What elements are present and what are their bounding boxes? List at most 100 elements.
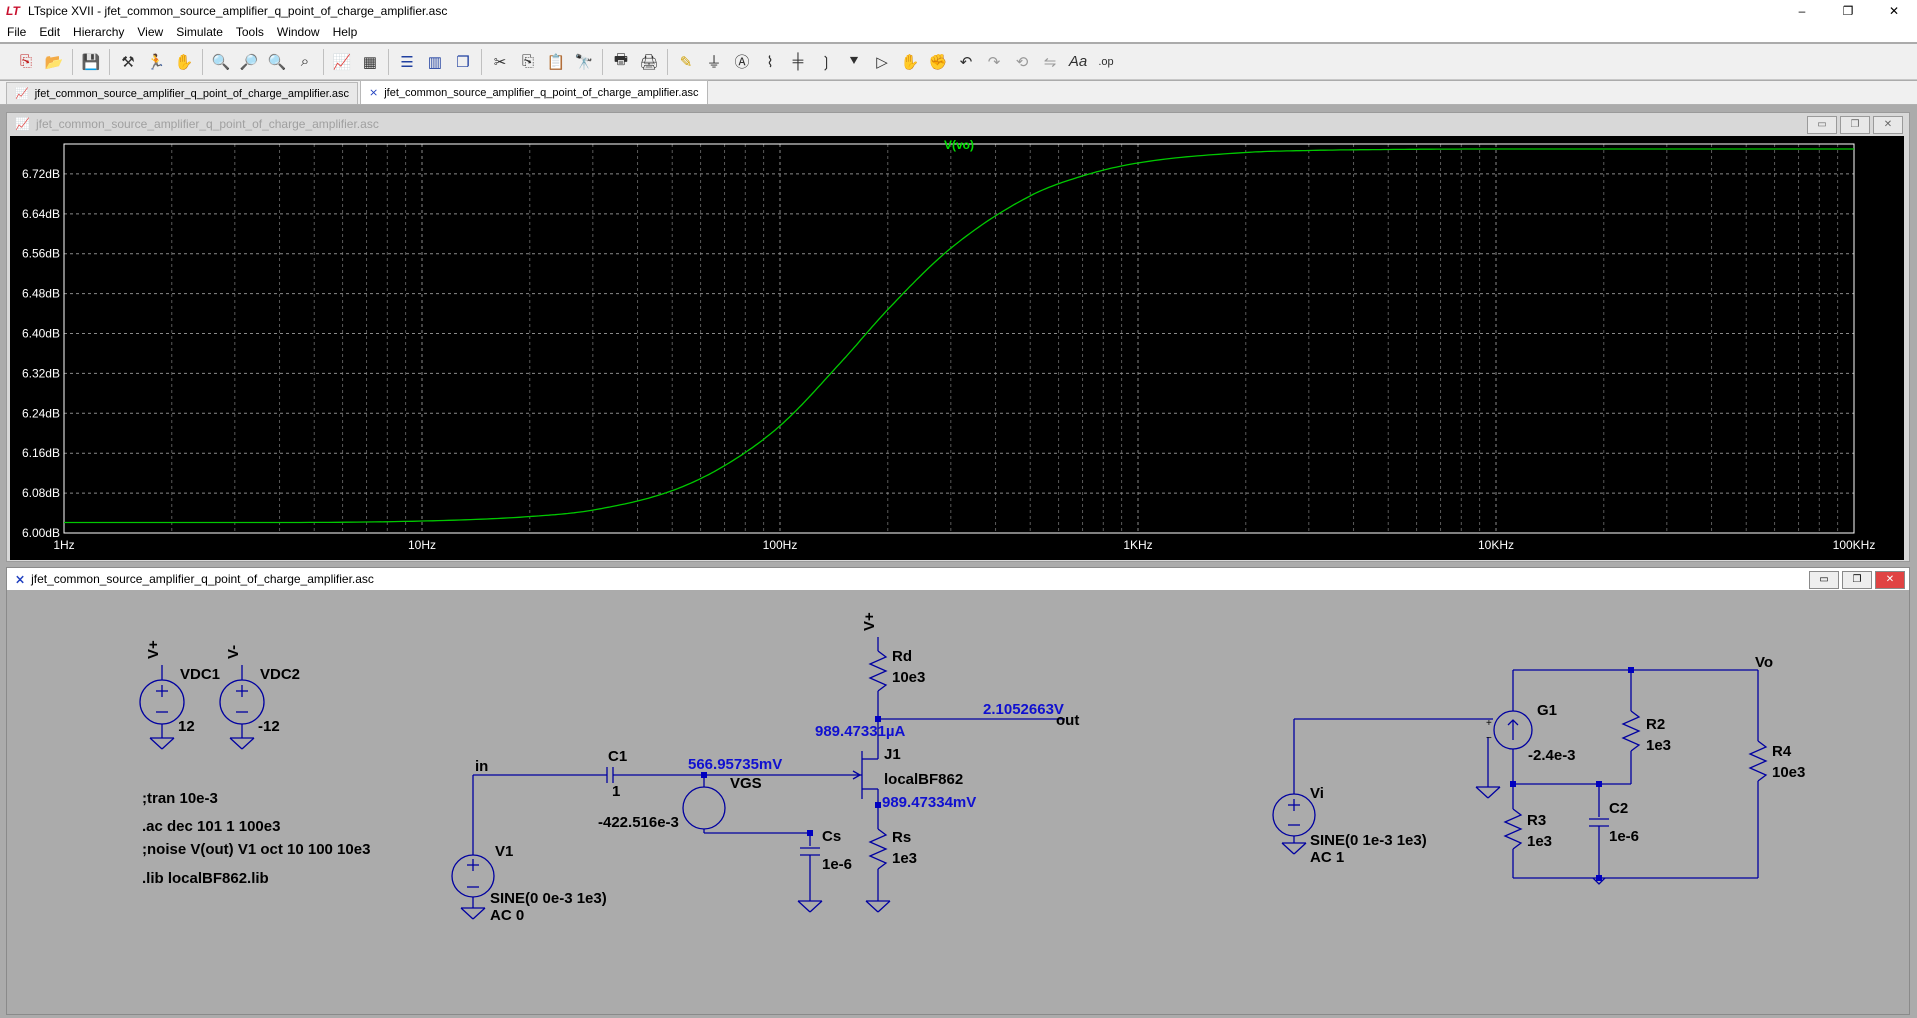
close-button[interactable]: ✕ bbox=[1871, 0, 1917, 22]
rs-name: Rs bbox=[892, 829, 911, 846]
directive-tran[interactable]: ;tran 10e-3 bbox=[142, 790, 218, 807]
move-icon[interactable]: ✋ bbox=[896, 48, 924, 76]
vplus-label-vdc1: V+ bbox=[145, 640, 162, 659]
tile-vertical-icon[interactable]: ▥ bbox=[421, 48, 449, 76]
menu-file[interactable]: File bbox=[0, 25, 32, 39]
zoom-out-icon[interactable]: 🔍 bbox=[263, 48, 291, 76]
waveform-window-title-bar[interactable]: 📈 jfet_common_source_amplifier_q_point_o… bbox=[7, 113, 1909, 135]
save-icon[interactable]: 💾 bbox=[77, 48, 105, 76]
minimize-button[interactable]: – bbox=[1779, 0, 1825, 22]
draw-wire-icon[interactable]: ✎ bbox=[672, 48, 700, 76]
schematic-window-title-bar[interactable]: ⨯ jfet_common_source_amplifier_q_point_o… bbox=[7, 568, 1909, 590]
plot-settings-icon[interactable]: ▦ bbox=[356, 48, 384, 76]
zoom-in-icon[interactable]: 🔍 bbox=[207, 48, 235, 76]
label-net-icon[interactable]: Ⓐ bbox=[728, 48, 756, 76]
run-icon[interactable]: 🏃 bbox=[142, 48, 170, 76]
control-panel-icon[interactable]: ⚒ bbox=[114, 48, 142, 76]
restore-button[interactable]: ❐ bbox=[1840, 116, 1870, 134]
zoom-fit-icon[interactable]: ⌕ bbox=[291, 48, 319, 76]
new-schematic-icon[interactable]: ⎘ bbox=[12, 48, 40, 76]
cs-capacitor[interactable] bbox=[797, 833, 823, 913]
close-button[interactable]: ✕ bbox=[1875, 571, 1905, 589]
restore-button[interactable]: ❐ bbox=[1825, 0, 1871, 22]
menu-edit[interactable]: Edit bbox=[32, 25, 66, 39]
spice-directive-icon[interactable]: .op bbox=[1092, 48, 1120, 76]
v1-source[interactable] bbox=[451, 854, 495, 920]
schematic-canvas[interactable]: + − V+ V- VDC1 VDC2 12 -12 V+ Rd 10e3 J1… bbox=[10, 591, 1904, 1011]
vdc1-source[interactable] bbox=[139, 665, 185, 750]
drag-icon[interactable]: ✊ bbox=[924, 48, 952, 76]
component-icon[interactable]: ▷ bbox=[868, 48, 896, 76]
plot-svg[interactable]: V(vo) 1Hz 10Hz 100Hz 1KHz 10KHz 100KHz 6.00dB 6… bbox=[10, 136, 1904, 560]
restore-button[interactable]: ❐ bbox=[1842, 571, 1872, 589]
window-title: LTspice XVII - jfet_common_source_amplif… bbox=[28, 4, 448, 18]
menu-hierarchy[interactable]: Hierarchy bbox=[66, 25, 130, 39]
series-line[interactable] bbox=[64, 148, 1854, 524]
x-tick-label: 100Hz bbox=[763, 538, 798, 552]
waveform-window[interactable]: 📈 jfet_common_source_amplifier_q_point_o… bbox=[6, 112, 1910, 562]
schematic-window[interactable]: ⨯ jfet_common_source_amplifier_q_point_o… bbox=[6, 567, 1910, 1015]
v1-ac: AC 0 bbox=[490, 907, 524, 924]
print-icon[interactable]: 🖶 bbox=[607, 48, 635, 76]
plot-title[interactable]: V(vo) bbox=[944, 138, 974, 152]
inductor-icon[interactable]: ❳ bbox=[812, 48, 840, 76]
g1-minus-pin: − bbox=[1486, 733, 1492, 744]
close-button[interactable]: ✕ bbox=[1873, 116, 1903, 134]
print-preview-icon[interactable]: 🖨 bbox=[635, 48, 663, 76]
input-wiring[interactable] bbox=[472, 767, 853, 855]
v1-name: V1 bbox=[495, 843, 513, 860]
find-icon[interactable]: 🔭 bbox=[570, 48, 598, 76]
directive-lib[interactable]: .lib localBF862.lib bbox=[142, 870, 269, 887]
menu-window[interactable]: Window bbox=[270, 25, 326, 39]
rotate-icon[interactable]: ⟲ bbox=[1008, 48, 1036, 76]
r4-name: R4 bbox=[1772, 743, 1792, 760]
junction-dots bbox=[701, 667, 1634, 881]
toolbar-separator bbox=[388, 48, 389, 75]
plot-pane[interactable]: V(vo) 1Hz 10Hz 100Hz 1KHz 10KHz 100KHz 6.00dB 6… bbox=[10, 136, 1904, 560]
tab-schematic[interactable]: ⨯ jfet_common_source_amplifier_q_point_o… bbox=[360, 80, 708, 104]
r2-name: R2 bbox=[1646, 716, 1665, 733]
rd-name: Rd bbox=[892, 648, 912, 665]
tab-waveform[interactable]: 📈 jfet_common_source_amplifier_q_point_o… bbox=[6, 82, 358, 104]
resistor-icon[interactable]: ⌇ bbox=[756, 48, 784, 76]
diode-icon[interactable]: ⯆ bbox=[840, 48, 868, 76]
halt-icon[interactable]: ✋ bbox=[170, 48, 198, 76]
directive-ac[interactable]: .ac dec 101 1 100e3 bbox=[142, 818, 280, 835]
r3-value: 1e3 bbox=[1527, 833, 1552, 850]
menu-tools[interactable]: Tools bbox=[229, 25, 270, 39]
g1-source[interactable] bbox=[1475, 670, 1533, 799]
autorange-icon[interactable]: 📈 bbox=[328, 48, 356, 76]
cascade-icon[interactable]: ❐ bbox=[449, 48, 477, 76]
open-icon[interactable]: 📂 bbox=[40, 48, 68, 76]
mdi-workspace: 📈 jfet_common_source_amplifier_q_point_o… bbox=[0, 106, 1917, 1018]
j1-jfet[interactable] bbox=[852, 751, 878, 799]
paste-icon[interactable]: 📋 bbox=[542, 48, 570, 76]
schematic-icon: ⨯ bbox=[15, 572, 26, 586]
directive-noise[interactable]: ;noise V(out) V1 oct 10 100 10e3 bbox=[142, 841, 370, 858]
vdc2-source[interactable] bbox=[219, 665, 265, 750]
menu-bar: File Edit Hierarchy View Simulate Tools … bbox=[0, 22, 1917, 42]
minimize-button[interactable]: ▭ bbox=[1809, 571, 1839, 589]
text-icon[interactable]: Aa bbox=[1064, 48, 1092, 76]
y-tick-label: 6.40dB bbox=[22, 327, 60, 341]
undo-icon[interactable]: ↶ bbox=[952, 48, 980, 76]
y-tick-label: 6.16dB bbox=[22, 446, 60, 460]
vi-name: Vi bbox=[1310, 785, 1324, 802]
schematic-svg[interactable]: + − V+ V- VDC1 VDC2 12 -12 V+ Rd 10e3 J1… bbox=[10, 591, 1904, 1011]
tab-label: jfet_common_source_amplifier_q_point_of_… bbox=[34, 87, 349, 100]
mirror-icon[interactable]: ⇋ bbox=[1036, 48, 1064, 76]
minimize-button[interactable]: ▭ bbox=[1807, 116, 1837, 134]
capacitor-icon[interactable]: ╪ bbox=[784, 48, 812, 76]
menu-view[interactable]: View bbox=[130, 25, 169, 39]
ground-icon[interactable]: ⏚ bbox=[700, 48, 728, 76]
toolbar-separator bbox=[109, 48, 110, 75]
redo-icon[interactable]: ↷ bbox=[980, 48, 1008, 76]
vi-value: SINE(0 1e-3 1e3) bbox=[1310, 832, 1427, 849]
copy-icon[interactable]: ⎘ bbox=[514, 48, 542, 76]
vminus-label-vdc2: V- bbox=[225, 645, 242, 659]
zoom-pan-icon[interactable]: 🔎 bbox=[235, 48, 263, 76]
menu-help[interactable]: Help bbox=[326, 25, 364, 39]
menu-simulate[interactable]: Simulate bbox=[169, 25, 229, 39]
tile-horizontal-icon[interactable]: ☰ bbox=[393, 48, 421, 76]
cut-icon[interactable]: ✂ bbox=[486, 48, 514, 76]
